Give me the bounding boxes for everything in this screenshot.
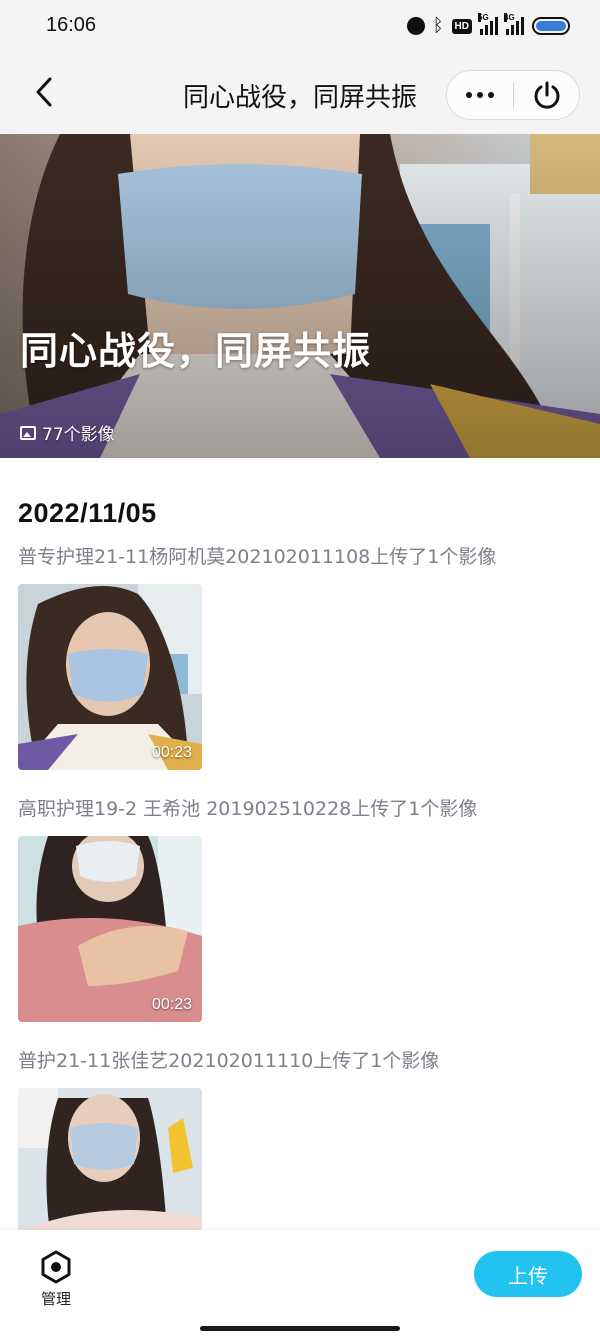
album-title: 同心战役，同屏共振 — [20, 329, 372, 373]
upload-button[interactable]: 上传 — [474, 1251, 582, 1297]
album-cover[interactable]: 同心战役，同屏共振 77个影像 — [0, 134, 600, 458]
video-thumbnail[interactable]: 00:23 — [18, 584, 202, 770]
home-indicator[interactable] — [200, 1326, 400, 1331]
cover-photo — [0, 134, 600, 458]
power-icon — [534, 81, 559, 109]
status-time: 16:06 — [46, 14, 97, 36]
mini-program-capsule — [446, 70, 580, 120]
5g-signal-icon: 5G — [478, 13, 498, 35]
4g-signal-icon: 4G — [504, 13, 524, 35]
4g-label: 4G — [504, 13, 515, 22]
5g-label: 5G — [478, 13, 489, 22]
settings-hexagon-icon — [41, 1250, 71, 1284]
chevron-left-icon — [36, 77, 52, 107]
status-icons: ᛒ HD 5G 4G — [406, 13, 570, 38]
manage-button[interactable]: 管理 — [36, 1250, 76, 1309]
battery-icon — [532, 17, 570, 35]
date-heading: 2022/11/05 — [18, 498, 157, 528]
thumbnail-image — [18, 584, 202, 770]
back-button[interactable] — [26, 74, 62, 110]
status-bar: 16:06 ᛒ HD 5G 4G — [0, 0, 600, 52]
image-icon — [20, 425, 36, 440]
hd-icon: HD — [451, 18, 472, 34]
more-button[interactable] — [447, 71, 513, 119]
upload-entry-text: 普护21-11张佳艺202102011110上传了1个影像 — [18, 1050, 440, 1072]
upload-entry-text: 高职护理19-2 王希池 201902510228上传了1个影像 — [18, 798, 478, 820]
alarm-icon — [406, 17, 425, 35]
thumbnail-image — [18, 836, 202, 1022]
close-program-button[interactable] — [514, 71, 579, 119]
bottom-toolbar: 管理 上传 — [0, 1230, 600, 1343]
nav-bar: 同心战役，同屏共振 — [0, 52, 600, 134]
page-title: 同心战役，同屏共振 — [182, 83, 417, 113]
bluetooth-icon: ᛒ — [432, 15, 444, 36]
media-count-label: 77个影像 — [42, 425, 115, 445]
upload-entry-text: 普专护理21-11杨阿机莫202102011108上传了1个影像 — [18, 546, 497, 568]
more-dots-icon — [466, 92, 472, 98]
video-duration: 00:23 — [151, 996, 192, 1013]
video-thumbnail[interactable]: 00:23 — [18, 836, 202, 1022]
video-duration: 00:23 — [151, 744, 192, 761]
media-count: 77个影像 — [20, 420, 115, 445]
manage-label: 管理 — [40, 1290, 71, 1308]
